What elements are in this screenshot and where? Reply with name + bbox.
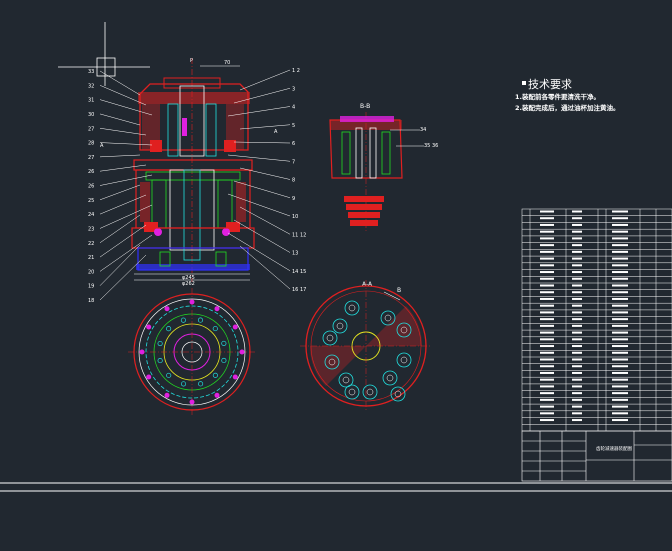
left-callout-label: 21: [88, 255, 94, 261]
left-callout-label: 33: [88, 69, 94, 75]
left-callout-label: 24: [88, 212, 94, 218]
plan-view: [128, 288, 256, 416]
drawing-name: 齿轮减速器装配图: [596, 445, 632, 452]
right-callout-label: 7: [292, 159, 295, 165]
right-callout-label: 9: [292, 196, 295, 202]
right-callout-label: 14 15: [292, 269, 306, 275]
left-callout-label: 27: [88, 155, 94, 161]
left-callout-label: 28: [88, 141, 94, 147]
technical-requirements: 技术要求 1.装配前各零件要清洗干净。 2.装配完成后，通过油杯加注黄油。: [515, 78, 620, 112]
left-callout-label: 32: [88, 83, 94, 89]
crosshair-cursor: [58, 22, 150, 86]
right-callout-label: 6: [292, 141, 295, 147]
section-mark-left: A: [100, 143, 104, 149]
left-callout-label: 26: [88, 184, 94, 190]
section-aa-view: A-A B: [300, 280, 432, 412]
bb-callout-35: 35 36: [424, 143, 438, 149]
drawing-canvas: 70 P φ245 φ262 A A 333231302728272626252…: [0, 22, 672, 492]
left-callout-label: 20: [88, 269, 94, 275]
status-lines: [0, 482, 672, 492]
right-callout-label: 13: [292, 251, 298, 257]
top-dimension: 70: [224, 60, 230, 66]
tech-req-line-2: 2.装配完成后，通过油杯加注黄油。: [515, 103, 620, 112]
right-callout-label: 3: [292, 86, 295, 92]
right-callout-label: 8: [292, 178, 295, 184]
parts-list-table: [521, 208, 672, 432]
left-callout-label: 23: [88, 226, 94, 232]
left-callout-label: 22: [88, 241, 94, 247]
bb-callout-34: 34: [420, 127, 426, 133]
right-callouts: 1 2 3 4 5 6 7 8 9 10 11 12 13 14 15 16 17: [292, 68, 306, 293]
top-label: P: [190, 58, 193, 64]
left-callout-label: 25: [88, 198, 94, 204]
section-mark-right: A: [274, 129, 278, 135]
section-bb-view: B-B 34 35 36: [329, 103, 438, 232]
section-aa-mark: B: [397, 287, 401, 294]
left-callout-label: 31: [88, 98, 94, 104]
left-callout-label: 30: [88, 112, 94, 118]
section-aa-title: A-A: [362, 281, 373, 288]
left-callouts: 33 32 31 30 27 28 27 26 26 25 24 23 22 21 20 19 18: [88, 69, 94, 304]
left-callout-label: 19: [88, 284, 94, 290]
right-callout-label: 16 17: [292, 287, 306, 293]
right-callout-label: 4: [292, 105, 295, 111]
title-block: 齿轮减速器装配图: [521, 430, 672, 482]
right-callout-label: 5: [292, 123, 295, 129]
right-callout-label: 10: [292, 214, 298, 220]
cad-viewport[interactable]: 70 P φ245 φ262 A A 33 32 31 30 27 28 27 26 26 25 2…: [0, 0, 672, 547]
left-callout-label: 27: [88, 126, 94, 132]
bottom-dimension-2: φ262: [182, 281, 195, 287]
left-callout-label: 26: [88, 169, 94, 175]
tech-req-title: 技术要求: [528, 78, 572, 91]
left-callout-label: 18: [88, 298, 94, 304]
main-section-view: 70 P φ245 φ262 A A 333231302728272626252…: [88, 58, 306, 304]
section-bb-title: B-B: [360, 103, 370, 110]
right-callout-label: 1 2: [292, 68, 300, 74]
right-callout-label: 11 12: [292, 232, 306, 238]
tech-req-line-1: 1.装配前各零件要清洗干净。: [515, 92, 600, 101]
